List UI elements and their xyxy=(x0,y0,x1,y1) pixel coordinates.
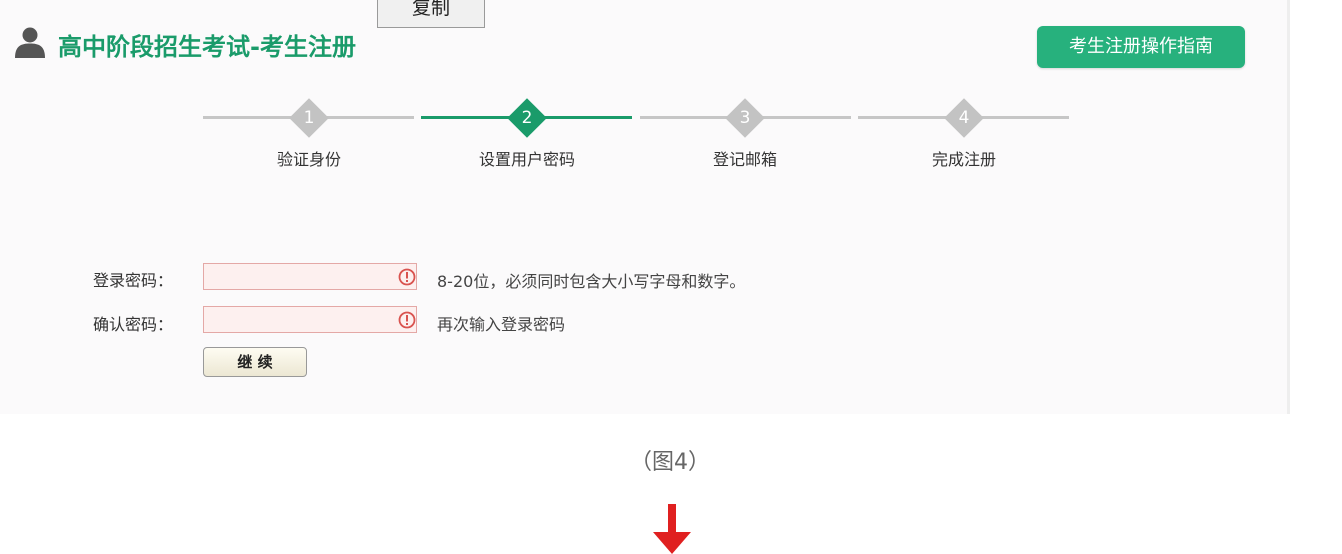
right-margin xyxy=(1287,0,1342,414)
arrow-down-icon xyxy=(653,504,691,554)
confirm-password-input[interactable] xyxy=(203,306,417,333)
copy-button[interactable]: 复制 xyxy=(377,0,485,28)
step-marker-2: 2 xyxy=(507,98,547,138)
step-label-set-password: 设置用户密码 xyxy=(478,150,575,169)
user-icon xyxy=(15,27,45,58)
step-marker-3: 3 xyxy=(725,98,765,138)
step-label-complete: 完成注册 xyxy=(931,150,996,169)
password-hint: 8-20位，必须同时包含大小写字母和数字。 xyxy=(437,272,746,291)
registration-guide-button[interactable]: 考生注册操作指南 xyxy=(1037,26,1245,68)
step-label-register-email: 登记邮箱 xyxy=(712,150,777,169)
step-marker-4: 4 xyxy=(944,98,984,138)
continue-button[interactable]: 继 续 xyxy=(203,347,307,377)
password-label: 登录密码： xyxy=(93,271,174,290)
error-icon xyxy=(398,311,416,329)
error-icon xyxy=(398,268,416,286)
step-marker-1: 1 xyxy=(289,98,329,138)
page-root: 复制 高中阶段招生考试-考生注册 考生注册操作指南 1 2 3 4 验证身份 设… xyxy=(0,0,1342,554)
figure-caption: （图4） xyxy=(630,450,710,475)
page-title: 高中阶段招生考试-考生注册 xyxy=(58,33,356,61)
confirm-password-label: 确认密码： xyxy=(93,315,174,334)
step-label-verify-identity: 验证身份 xyxy=(276,150,341,169)
password-input[interactable] xyxy=(203,263,417,290)
confirm-password-hint: 再次输入登录密码 xyxy=(437,315,566,334)
